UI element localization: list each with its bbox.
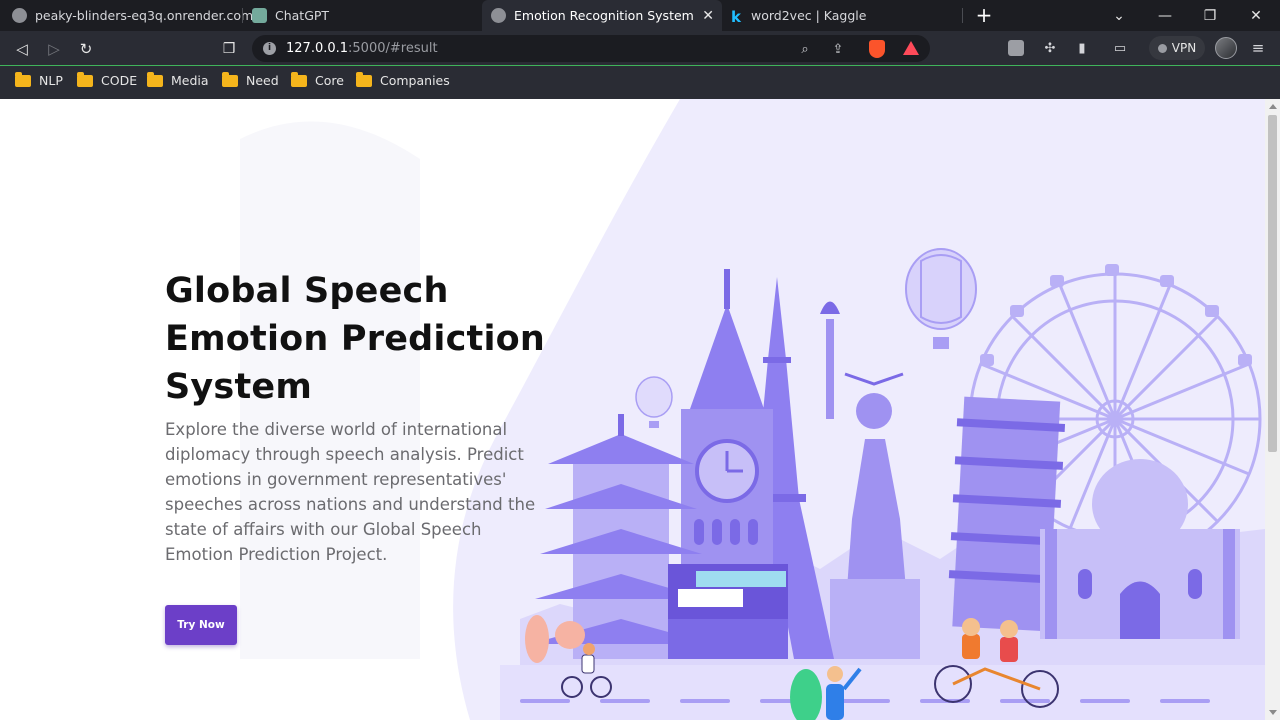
brave-shields-icon[interactable] bbox=[869, 40, 885, 58]
zoom-icon[interactable]: ⌕ bbox=[796, 40, 814, 58]
share-icon[interactable]: ⇪ bbox=[829, 40, 847, 58]
tab-kaggle[interactable]: k word2vec | Kaggle bbox=[731, 0, 959, 31]
page-scrollbar[interactable] bbox=[1265, 99, 1280, 720]
tab-divider bbox=[242, 8, 243, 23]
tab-title: ChatGPT bbox=[275, 8, 330, 23]
tab-peaky-blinders[interactable]: peaky-blinders-eq3q.onrender.com bbox=[12, 0, 253, 31]
bookmark-label: NLP bbox=[39, 73, 63, 88]
vpn-status-icon bbox=[1157, 43, 1167, 53]
menu-icon[interactable]: ≡ bbox=[1248, 38, 1268, 58]
kaggle-icon: k bbox=[731, 8, 741, 26]
profile-avatar[interactable] bbox=[1215, 37, 1237, 59]
sidebar-icon[interactable]: ▮ bbox=[1072, 38, 1092, 58]
tab-search-chevron-icon[interactable]: ⌄ bbox=[1097, 0, 1141, 31]
title-line-1: Global Speech bbox=[165, 271, 449, 311]
title-line-3: System bbox=[165, 367, 312, 407]
globe-icon bbox=[491, 8, 506, 23]
bookmark-label: Core bbox=[315, 73, 344, 88]
tab-strip: peaky-blinders-eq3q.onrender.com ChatGPT… bbox=[0, 0, 1280, 31]
bookmark-folder-nlp[interactable]: NLP bbox=[15, 71, 63, 88]
scrollbar-thumb[interactable] bbox=[1268, 115, 1277, 452]
tab-title: Emotion Recognition System bbox=[514, 8, 694, 23]
folder-icon bbox=[222, 71, 238, 87]
tab-chatgpt[interactable]: ChatGPT bbox=[252, 0, 480, 31]
scroll-down-arrow-icon[interactable] bbox=[1269, 710, 1277, 715]
wallet-icon[interactable]: ▭ bbox=[1110, 38, 1130, 58]
folder-icon bbox=[15, 71, 31, 87]
address-bar[interactable]: i 127.0.0.1:5000/#result ⌕ ⇪ bbox=[252, 35, 930, 62]
bookmark-label: Companies bbox=[380, 73, 450, 88]
tab-title: peaky-blinders-eq3q.onrender.com bbox=[35, 8, 254, 23]
close-tab-icon[interactable]: ✕ bbox=[702, 8, 714, 24]
globe-icon bbox=[12, 8, 27, 23]
bookmark-folder-media[interactable]: Media bbox=[147, 71, 209, 88]
page-title: Global Speech Emotion Prediction System bbox=[165, 267, 585, 411]
try-now-button[interactable]: Try Now bbox=[165, 605, 237, 645]
extensions-puzzle-icon[interactable]: ✣ bbox=[1040, 38, 1060, 58]
title-line-2: Emotion Prediction bbox=[165, 319, 546, 359]
bookmark-folder-code[interactable]: CODE bbox=[77, 71, 138, 88]
back-icon[interactable]: ◁ bbox=[10, 37, 34, 61]
bookmark-folder-core[interactable]: Core bbox=[291, 71, 344, 88]
forward-icon[interactable]: ▷ bbox=[42, 37, 66, 61]
minimize-icon[interactable]: — bbox=[1143, 0, 1187, 31]
folder-icon bbox=[147, 71, 163, 87]
bookmark-label: Media bbox=[171, 73, 209, 88]
hero-description: Explore the diverse world of internation… bbox=[165, 420, 536, 564]
scroll-up-arrow-icon[interactable] bbox=[1269, 104, 1277, 109]
folder-icon bbox=[356, 71, 372, 87]
site-info-icon[interactable]: i bbox=[263, 42, 276, 55]
new-tab-icon[interactable]: + bbox=[974, 4, 994, 26]
street-shop bbox=[668, 564, 788, 659]
bookmark-label: CODE bbox=[101, 73, 138, 88]
browser-toolbar: ◁ ▷ ↻ ❒ i 127.0.0.1:5000/#result ⌕ ⇪ ✣ ▮… bbox=[0, 31, 1280, 66]
tab-emotion-recognition[interactable]: Emotion Recognition System ✕ bbox=[482, 0, 722, 31]
bookmark-folder-need[interactable]: Need bbox=[222, 71, 279, 88]
page-viewport: Global Speech Emotion Prediction System … bbox=[0, 99, 1265, 720]
folder-icon bbox=[291, 71, 307, 87]
reload-icon[interactable]: ↻ bbox=[74, 37, 98, 61]
tab-title: word2vec | Kaggle bbox=[751, 8, 867, 23]
vpn-button[interactable]: VPN bbox=[1149, 36, 1205, 60]
chatgpt-icon bbox=[252, 8, 267, 23]
bookmark-label: Need bbox=[246, 73, 279, 88]
close-window-icon[interactable]: ✕ bbox=[1234, 0, 1278, 31]
bookmarks-bar: NLP CODE Media Need Core Companies bbox=[0, 66, 1280, 99]
bookmark-folder-companies[interactable]: Companies bbox=[356, 71, 450, 88]
tab-divider bbox=[962, 8, 963, 23]
folder-icon bbox=[77, 71, 93, 87]
restore-icon[interactable]: ❐ bbox=[1188, 0, 1232, 31]
brave-rewards-icon[interactable] bbox=[903, 41, 919, 55]
vpn-label: VPN bbox=[1171, 41, 1197, 55]
extension-icon[interactable] bbox=[1008, 40, 1024, 56]
url-text[interactable]: 127.0.0.1:5000/#result bbox=[286, 41, 438, 56]
bookmark-page-icon[interactable]: ❒ bbox=[217, 37, 241, 61]
